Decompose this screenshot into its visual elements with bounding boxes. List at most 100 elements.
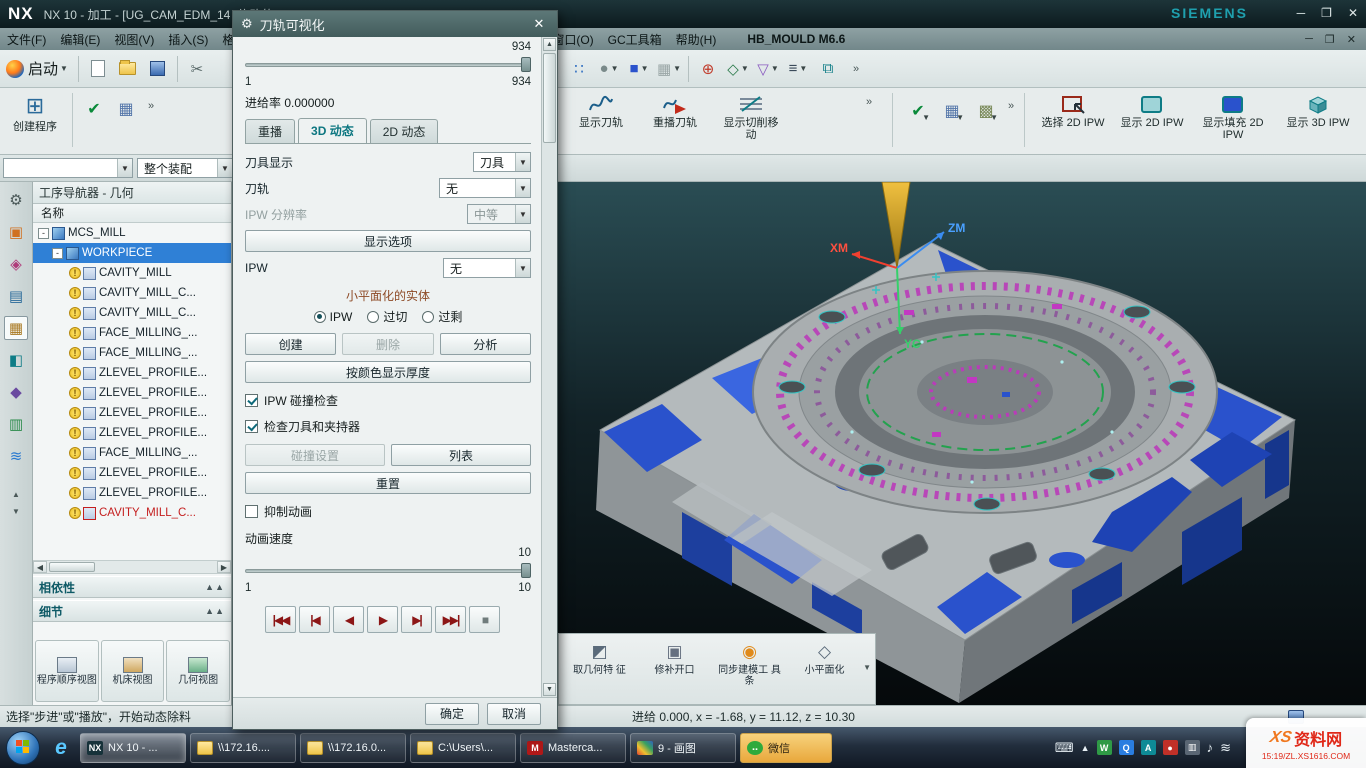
hd3d-tools-icon[interactable]: ▥	[4, 412, 28, 436]
scroll-left-icon[interactable]: ◀	[33, 561, 47, 573]
stop-button[interactable]: ■	[469, 606, 500, 633]
scroll-down-icon[interactable]: ▼	[543, 683, 556, 696]
taskbar-item-share2[interactable]: \\172.16.0...	[300, 733, 406, 763]
play-backward-button[interactable]: ◀	[333, 606, 364, 633]
name-column-header[interactable]: 名称	[33, 204, 231, 223]
patch-openings-button[interactable]: ▣ 修补开口	[638, 637, 711, 699]
open-file-button[interactable]	[114, 55, 142, 83]
tray-icon-teal[interactable]: A	[1141, 740, 1156, 755]
collision-settings-button[interactable]: 碰撞设置	[245, 444, 385, 466]
tool-display-combo[interactable]: 刀具 ▼	[473, 152, 531, 172]
tree-row-operation[interactable]: !ZLEVEL_PROFILE...	[33, 483, 231, 503]
holder-check-row[interactable]: 检查刀具和夹持器	[245, 418, 531, 435]
taskbar-item-paint[interactable]: 9 - 画图	[630, 733, 736, 763]
collapse-chevron-icon[interactable]: ▲▲	[205, 582, 225, 592]
ipw-collision-check-row[interactable]: IPW 碰撞检查	[245, 392, 531, 409]
scroll-up-icon[interactable]: ▲	[543, 38, 556, 51]
show-hidden-icons[interactable]: ▲	[1081, 743, 1090, 753]
thickness-by-color-button[interactable]: 按颜色显示厚度	[245, 361, 531, 383]
slider-thumb[interactable]	[521, 57, 531, 72]
cut-button[interactable]: ✂	[183, 55, 211, 83]
grid-button[interactable]: ⧉	[814, 55, 842, 83]
program-order-view-button[interactable]: 程序顺序视图	[35, 640, 99, 702]
roles-gear-icon[interactable]: ⚙	[4, 188, 28, 212]
scrollbar-thumb[interactable]	[543, 53, 556, 143]
radio-excess[interactable]: 过剩	[422, 308, 462, 325]
reset-button[interactable]: 重置	[245, 472, 531, 494]
snap-point-button[interactable]: ∷	[565, 55, 593, 83]
toolpath-combo[interactable]: 无 ▼	[439, 178, 531, 198]
details-section[interactable]: 细节 ▲▲	[33, 600, 231, 622]
tree-row-operation[interactable]: !ZLEVEL_PROFILE...	[33, 363, 231, 383]
menu-view[interactable]: 视图(V)	[107, 31, 161, 48]
list-button[interactable]: 列表	[391, 444, 531, 466]
collapse-icon[interactable]: -	[38, 228, 49, 239]
collapse-chevron-icon[interactable]: ▲▲	[205, 606, 225, 616]
scroll-down-icon[interactable]: ▼	[12, 507, 20, 516]
taskbar-item-nx[interactable]: NX NX 10 - ...	[80, 733, 186, 763]
tray-icon-display[interactable]: ▥	[1185, 740, 1200, 755]
taskbar-item-mastercam[interactable]: M Masterca...	[520, 733, 626, 763]
rendering-style-button[interactable]: ●▼	[595, 55, 623, 83]
move-object-button[interactable]: ⊕	[694, 55, 722, 83]
menu-insert[interactable]: 插入(S)	[161, 31, 215, 48]
tray-icon-red[interactable]: ●	[1163, 740, 1178, 755]
keyboard-icon[interactable]: ⌨	[1055, 740, 1074, 756]
slider-thumb[interactable]	[521, 563, 531, 578]
create-tool-button[interactable]: ✔	[80, 96, 108, 122]
window-style-button[interactable]: ▦▼	[655, 55, 683, 83]
dialog-title-bar[interactable]: ⚙ 刀轨可视化 ✕	[233, 11, 557, 37]
tree-row-operation[interactable]: !ZLEVEL_PROFILE...	[33, 423, 231, 443]
radio-gouge[interactable]: 过切	[367, 308, 407, 325]
animation-speed-slider[interactable]	[245, 562, 531, 579]
machine-tool-navigator-icon[interactable]: ◧	[4, 348, 28, 372]
start-button[interactable]	[6, 731, 40, 765]
step-back-single-button[interactable]: |◀	[299, 606, 330, 633]
selection-scope-combo[interactable]: 整个装配 ▼	[137, 158, 233, 178]
close-icon[interactable]: ✕	[1348, 6, 1358, 20]
menu-help[interactable]: 帮助(H)	[669, 31, 724, 48]
tab-2d-dynamic[interactable]: 2D 动态	[370, 119, 439, 143]
toolbar-overflow-icon[interactable]: »	[853, 63, 859, 75]
new-file-button[interactable]	[84, 55, 112, 83]
replay-toolpath-button[interactable]: 重播刀轨	[640, 88, 710, 148]
taskbar-item-share1[interactable]: \\172.16....	[190, 733, 296, 763]
part-navigator-icon[interactable]: ▤	[4, 284, 28, 308]
volume-icon[interactable]: ♪	[1207, 740, 1214, 755]
tree-row-operation[interactable]: !CAVITY_MILL	[33, 263, 231, 283]
save-button[interactable]	[144, 55, 172, 83]
motion-slider[interactable]	[245, 56, 531, 73]
tree-row-operation[interactable]: !ZLEVEL_PROFILE...	[33, 383, 231, 403]
create-geometry-button[interactable]: ▦	[112, 96, 140, 122]
measure-button[interactable]: ◇▼	[724, 55, 752, 83]
select-2d-ipw-button[interactable]: 选择 2D IPW	[1034, 88, 1112, 148]
tree-row-workpiece[interactable]: - WORKPIECE	[33, 243, 231, 263]
minimize-icon[interactable]: ─	[1297, 6, 1306, 20]
constraint-navigator-icon[interactable]: ◈	[4, 252, 28, 276]
cancel-button[interactable]: 取消	[487, 703, 541, 725]
tab-replay[interactable]: 重播	[245, 119, 295, 143]
collapse-icon[interactable]: -	[52, 248, 63, 259]
chevron-down-icon[interactable]: ▼	[863, 663, 871, 672]
menu-gc-toolbox[interactable]: GC工具箱	[601, 31, 669, 48]
tree-row-operation[interactable]: !ZLEVEL_PROFILE...	[33, 463, 231, 483]
suppress-animation-row[interactable]: 抑制动画	[245, 503, 531, 520]
geometry-view-button[interactable]: 几何视图	[166, 640, 230, 702]
tree-row-operation-active[interactable]: !CAVITY_MILL_C...	[33, 503, 231, 523]
machining-objects-button[interactable]: ▦▼	[938, 98, 966, 124]
start-menu-button[interactable]: 启动 ▼	[1, 55, 73, 83]
post-process-button[interactable]: ▩▼	[972, 98, 1000, 124]
ribbon-overflow-icon[interactable]: »	[1008, 100, 1014, 112]
mdi-minimize-icon[interactable]: ─	[1305, 33, 1313, 46]
ok-button[interactable]: 确定	[425, 703, 479, 725]
tree-row-operation[interactable]: !CAVITY_MILL_C...	[33, 283, 231, 303]
layer-settings-button[interactable]: ≡▼	[784, 55, 812, 83]
scroll-right-icon[interactable]: ▶	[217, 561, 231, 573]
ipw-combo[interactable]: 无 ▼	[443, 258, 531, 278]
internet-explorer-icon[interactable]: e	[44, 733, 78, 763]
go-to-end-button[interactable]: ▶▶|	[435, 606, 466, 633]
show-toolpath-button[interactable]: 显示刀轨	[566, 88, 636, 148]
display-options-button[interactable]: 显示选项	[245, 230, 531, 252]
menu-file[interactable]: 文件(F)	[0, 31, 53, 48]
tree-row-mcs-mill[interactable]: - MCS_MILL	[33, 223, 231, 243]
